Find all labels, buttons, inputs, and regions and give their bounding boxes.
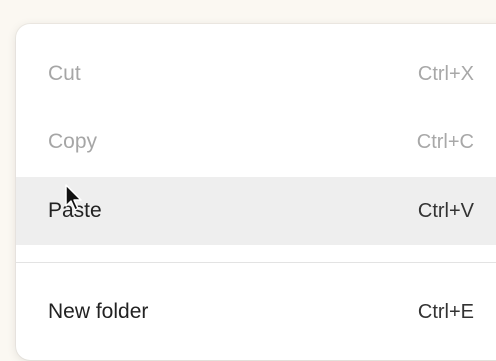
menu-item-copy[interactable]: Copy Ctrl+C bbox=[16, 109, 496, 175]
menu-item-label: New folder bbox=[48, 300, 149, 323]
menu-item-cut[interactable]: Cut Ctrl+X bbox=[16, 41, 496, 107]
menu-item-paste[interactable]: Paste Ctrl+V bbox=[16, 177, 496, 245]
menu-item-shortcut: Ctrl+X bbox=[417, 62, 474, 85]
menu-item-label: Copy bbox=[48, 130, 98, 153]
menu-item-label: Paste bbox=[48, 199, 102, 222]
menu-item-shortcut: Ctrl+V bbox=[417, 199, 474, 222]
menu-divider bbox=[16, 262, 496, 263]
menu-item-shortcut: Ctrl+C bbox=[416, 130, 474, 153]
context-menu: Cut Ctrl+X Copy Ctrl+C Paste Ctrl+V New … bbox=[16, 24, 496, 360]
menu-item-shortcut: Ctrl+E bbox=[417, 300, 474, 323]
menu-item-new-folder[interactable]: New folder Ctrl+E bbox=[16, 279, 496, 345]
menu-item-label: Cut bbox=[48, 62, 81, 85]
